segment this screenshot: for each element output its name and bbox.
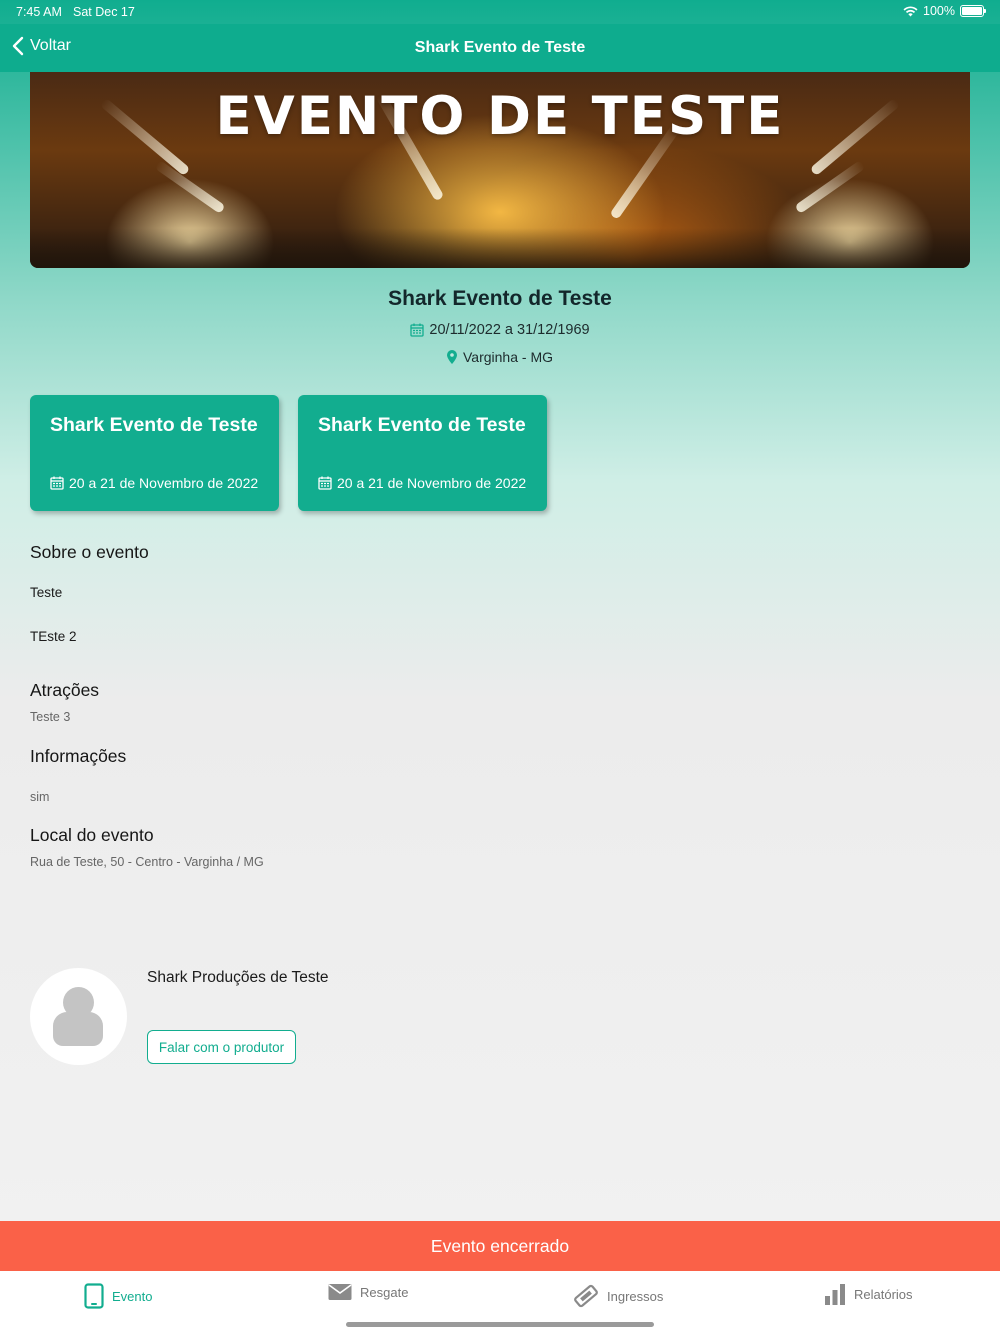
about-heading: Sobre o evento (30, 542, 149, 562)
battery-percent: 100% (923, 4, 955, 18)
calendar-icon (50, 476, 64, 490)
producer-name: Shark Produções de Teste (147, 969, 329, 986)
attractions-text: Teste 3 (30, 710, 71, 724)
session-card-date: 20 a 21 de Novembro de 2022 (69, 475, 259, 491)
status-date: Sat Dec 17 (73, 5, 135, 19)
event-dates-row: 20/11/2022 a 31/12/1969 (0, 322, 1000, 338)
session-card-title: Shark Evento de Teste (318, 414, 526, 436)
info-heading: Informações (30, 746, 127, 766)
status-time: 7:45 AM (16, 5, 62, 19)
tab-relatorios[interactable]: Relatórios (824, 1283, 913, 1305)
event-banner-image: EVENTO DE TESTE (30, 72, 970, 268)
about-line: Teste (30, 585, 63, 600)
wifi-icon (903, 5, 918, 16)
location-address: Rua de Teste, 50 - Centro - Varginha / M… (30, 855, 264, 869)
info-text: sim (30, 790, 50, 804)
banner-title: EVENTO DE TESTE (215, 86, 785, 147)
tab-label: Resgate (360, 1284, 409, 1300)
about-line: TEste 2 (30, 629, 77, 644)
session-card[interactable]: Shark Evento de Teste 20 a 21 de Novembr… (298, 395, 547, 511)
event-dates: 20/11/2022 a 31/12/1969 (429, 322, 590, 338)
battery-icon (960, 5, 986, 17)
calendar-icon (318, 476, 332, 490)
attractions-heading: Atrações (30, 680, 100, 700)
event-closed-banner: Evento encerrado (0, 1221, 1000, 1271)
bar-chart-icon (825, 1284, 845, 1305)
session-card-date: 20 a 21 de Novembro de 2022 (337, 475, 527, 491)
tab-resgate[interactable]: Resgate (328, 1283, 408, 1301)
tab-label: Relatórios (854, 1286, 913, 1302)
envelope-icon (328, 1284, 352, 1300)
ticket-icon (574, 1284, 598, 1308)
tab-ingressos[interactable]: Ingressos (573, 1283, 663, 1309)
tab-label: Evento (112, 1288, 153, 1304)
tab-evento[interactable]: Evento (84, 1283, 152, 1309)
back-button[interactable]: Voltar (12, 36, 71, 56)
session-card-date-row: 20 a 21 de Novembro de 2022 (318, 475, 526, 491)
navigation-bar: Voltar Shark Evento de Teste (0, 24, 1000, 72)
event-city-row: Varginha - MG (0, 349, 1000, 365)
tab-label: Ingressos (607, 1288, 664, 1304)
home-indicator[interactable] (346, 1322, 654, 1327)
page-title: Shark Evento de Teste (414, 39, 586, 56)
status-right: 100% (903, 4, 986, 18)
back-label: Voltar (30, 37, 71, 54)
calendar-icon (410, 323, 425, 337)
map-pin-icon (447, 350, 457, 364)
event-city: Varginha - MG (463, 349, 553, 365)
contact-producer-button[interactable]: Falar com o produtor (147, 1030, 296, 1064)
producer-avatar (30, 968, 127, 1065)
session-card-title: Shark Evento de Teste (50, 414, 258, 436)
tablet-icon (84, 1283, 104, 1309)
session-card-date-row: 20 a 21 de Novembro de 2022 (50, 475, 258, 491)
chevron-left-icon (12, 36, 24, 56)
location-heading: Local do evento (30, 825, 154, 845)
event-title: Shark Evento de Teste (388, 287, 612, 310)
status-bar: 7:45 AM Sat Dec 17 100% (0, 0, 1000, 24)
session-card[interactable]: Shark Evento de Teste 20 a 21 de Novembr… (30, 395, 279, 511)
